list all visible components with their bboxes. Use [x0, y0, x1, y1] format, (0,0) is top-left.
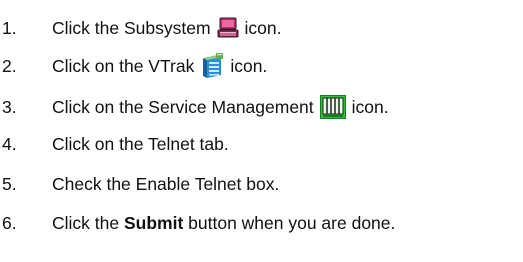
step-text-suffix: icon.	[351, 96, 389, 117]
instruction-steps: 1. Click the Subsystem icon. 2. Click on…	[0, 0, 523, 262]
step-number: 1.	[2, 17, 17, 38]
step-number: 5.	[2, 173, 17, 194]
subsystem-icon	[217, 17, 239, 39]
step-text: Click on the VTrak	[52, 55, 195, 76]
step-text-suffix: icon.	[244, 17, 282, 38]
step-3: 3. Click on the Service Management icon.	[0, 91, 389, 123]
step-5: 5. Check the Enable Telnet box.	[0, 168, 279, 200]
step-number: 6.	[2, 212, 17, 233]
step-text: Click on the Service Management	[52, 96, 314, 117]
step-1: 1. Click the Subsystem icon.	[0, 12, 282, 44]
vtrak-icon	[200, 52, 224, 80]
step-2: 2. Click on the VTrak icon.	[0, 50, 267, 82]
step-number: 4.	[2, 133, 17, 154]
step-text: Click the	[52, 212, 124, 233]
step-text: Check the Enable Telnet box.	[52, 173, 280, 194]
submit-label: Submit	[123, 212, 184, 233]
service-management-icon	[319, 95, 346, 119]
step-text: Click on the Telnet tab.	[52, 133, 229, 154]
step-6: 6. Click the Submit button when you are …	[0, 207, 395, 239]
step-4: 4. Click on the Telnet tab.	[0, 128, 229, 160]
step-number: 2.	[2, 55, 17, 76]
step-text-suffix: icon.	[230, 55, 268, 76]
step-number: 3.	[2, 96, 17, 117]
step-text-suffix: button when you are done.	[183, 212, 396, 233]
step-text: Click the Subsystem	[52, 17, 211, 38]
